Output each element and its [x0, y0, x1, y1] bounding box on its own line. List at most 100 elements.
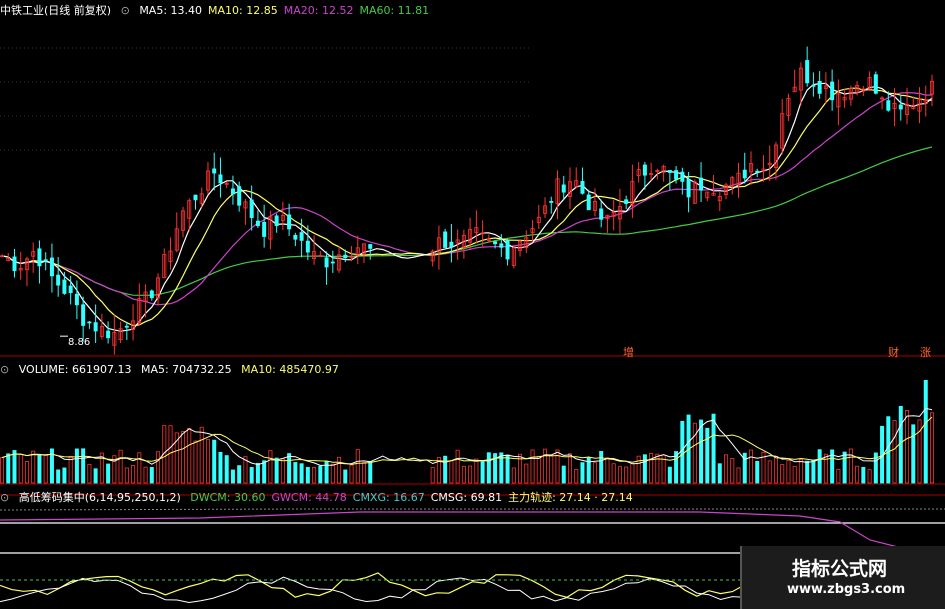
candle-body: [255, 220, 260, 227]
watermark: 指标公式网 www.zbgs3.com: [740, 546, 945, 609]
ma20-line: [1, 91, 933, 306]
volume-bar: [524, 463, 529, 484]
volume-bar: [362, 461, 367, 484]
volume-bar: [898, 405, 903, 484]
marker-cai: 财: [888, 346, 899, 359]
candle-body: [324, 257, 329, 268]
volume-bar: [299, 463, 304, 484]
candle-body: [811, 84, 816, 87]
indicator-item-1: GWCM: 44.78: [271, 491, 347, 504]
volume-bar: [705, 427, 710, 484]
volume-bar: [205, 439, 210, 484]
volume-bar: [18, 454, 23, 484]
candle-body: [830, 81, 835, 101]
volume-bar: [592, 462, 597, 484]
candle-body: [274, 215, 279, 226]
volume-bar: [486, 452, 491, 484]
volume-bar: [443, 455, 448, 484]
watermark-title: 指标公式网: [792, 558, 888, 580]
volume-bar: [680, 420, 685, 484]
ma-label-1: MA10: 12.85: [208, 4, 278, 17]
volume-bar: [724, 454, 729, 484]
candle-body: [62, 279, 67, 294]
volume-bar: [430, 467, 435, 484]
volume-bar: [886, 416, 891, 484]
candle-body: [49, 257, 54, 277]
indicator-item-0: DWCM: 30.60: [190, 491, 266, 504]
volume-bar: [923, 379, 928, 484]
candle-body: [561, 184, 566, 193]
candle-body: [742, 169, 747, 179]
volume-bar: [499, 452, 504, 484]
ma-label-2: MA20: 12.52: [283, 4, 354, 17]
candle-body: [586, 194, 591, 211]
volume-bar: [268, 450, 273, 484]
candle-body: [74, 293, 79, 306]
dwcm-line: [0, 508, 945, 511]
marker-zeng: 增: [623, 346, 634, 359]
candle-body: [37, 248, 42, 267]
volume-bar: [118, 449, 123, 484]
volume-bar: [692, 422, 697, 484]
volume-bar: [480, 460, 485, 484]
candle-body: [56, 274, 61, 286]
volume-bar: [24, 461, 29, 484]
volume-bar: [12, 450, 17, 484]
settings-icon[interactable]: ⊙: [121, 4, 130, 17]
ma-label-3: MA60: 11.81: [359, 4, 430, 17]
volume-bar: [449, 460, 454, 484]
volume-bar: [574, 469, 579, 484]
volume-bar: [798, 459, 803, 484]
candle-body: [493, 241, 498, 245]
stock-title: 中铁工业(日线 前复权): [0, 4, 112, 17]
candle-body: [218, 174, 223, 184]
volume-label: VOLUME: 661907.13: [18, 363, 132, 376]
volume-bar: [836, 468, 841, 484]
volume-bar: [530, 449, 535, 484]
volume-bar: [730, 458, 735, 484]
volume-bar: [131, 465, 136, 484]
volume-bar: [312, 467, 317, 484]
ma10-line: [1, 87, 933, 327]
volume-bar: [855, 465, 860, 484]
volume-bar: [324, 461, 329, 484]
volume-bar: [811, 459, 816, 484]
volume-bar: [549, 455, 554, 484]
candle-body: [93, 322, 98, 332]
volume-bar: [187, 428, 192, 484]
volume-bar: [555, 449, 560, 484]
candle-body: [230, 188, 235, 195]
volume-bar: [817, 449, 822, 484]
candle-body: [249, 199, 254, 218]
volume-bar: [212, 439, 217, 484]
indicator-item-4: 主力轨迹: 27.14 · 27.14: [508, 491, 633, 504]
volume-bar: [137, 452, 142, 484]
volume-bar: [262, 460, 267, 484]
marker-zhang: 涨: [920, 346, 931, 359]
candle-body: [330, 261, 335, 264]
candle-body: [305, 240, 310, 253]
volume-bar: [848, 448, 853, 484]
volume-bar: [755, 460, 760, 484]
volume-bar: [842, 451, 847, 484]
candle-body: [81, 304, 86, 326]
volume-bar: [455, 449, 460, 484]
volume-bar: [87, 463, 92, 484]
candle-body: [755, 170, 760, 173]
volume-bar: [62, 467, 67, 484]
settings-icon[interactable]: ⊙: [0, 491, 9, 504]
volume-bar: [349, 464, 354, 484]
indicator-item-3: CMSG: 69.81: [430, 491, 503, 504]
volume-bar: [124, 467, 129, 484]
volume-bar: [218, 452, 223, 484]
settings-icon[interactable]: ⊙: [0, 363, 9, 376]
stock-chart[interactable]: [0, 0, 945, 609]
volume-bar: [773, 456, 778, 484]
volume-bar: [81, 448, 86, 484]
volume-bar: [649, 452, 654, 484]
ma60-line: [1, 146, 933, 296]
ma5-line: [1, 82, 933, 332]
volume-bar: [792, 465, 797, 484]
volume-bar: [911, 424, 916, 484]
candle-body: [237, 186, 242, 206]
